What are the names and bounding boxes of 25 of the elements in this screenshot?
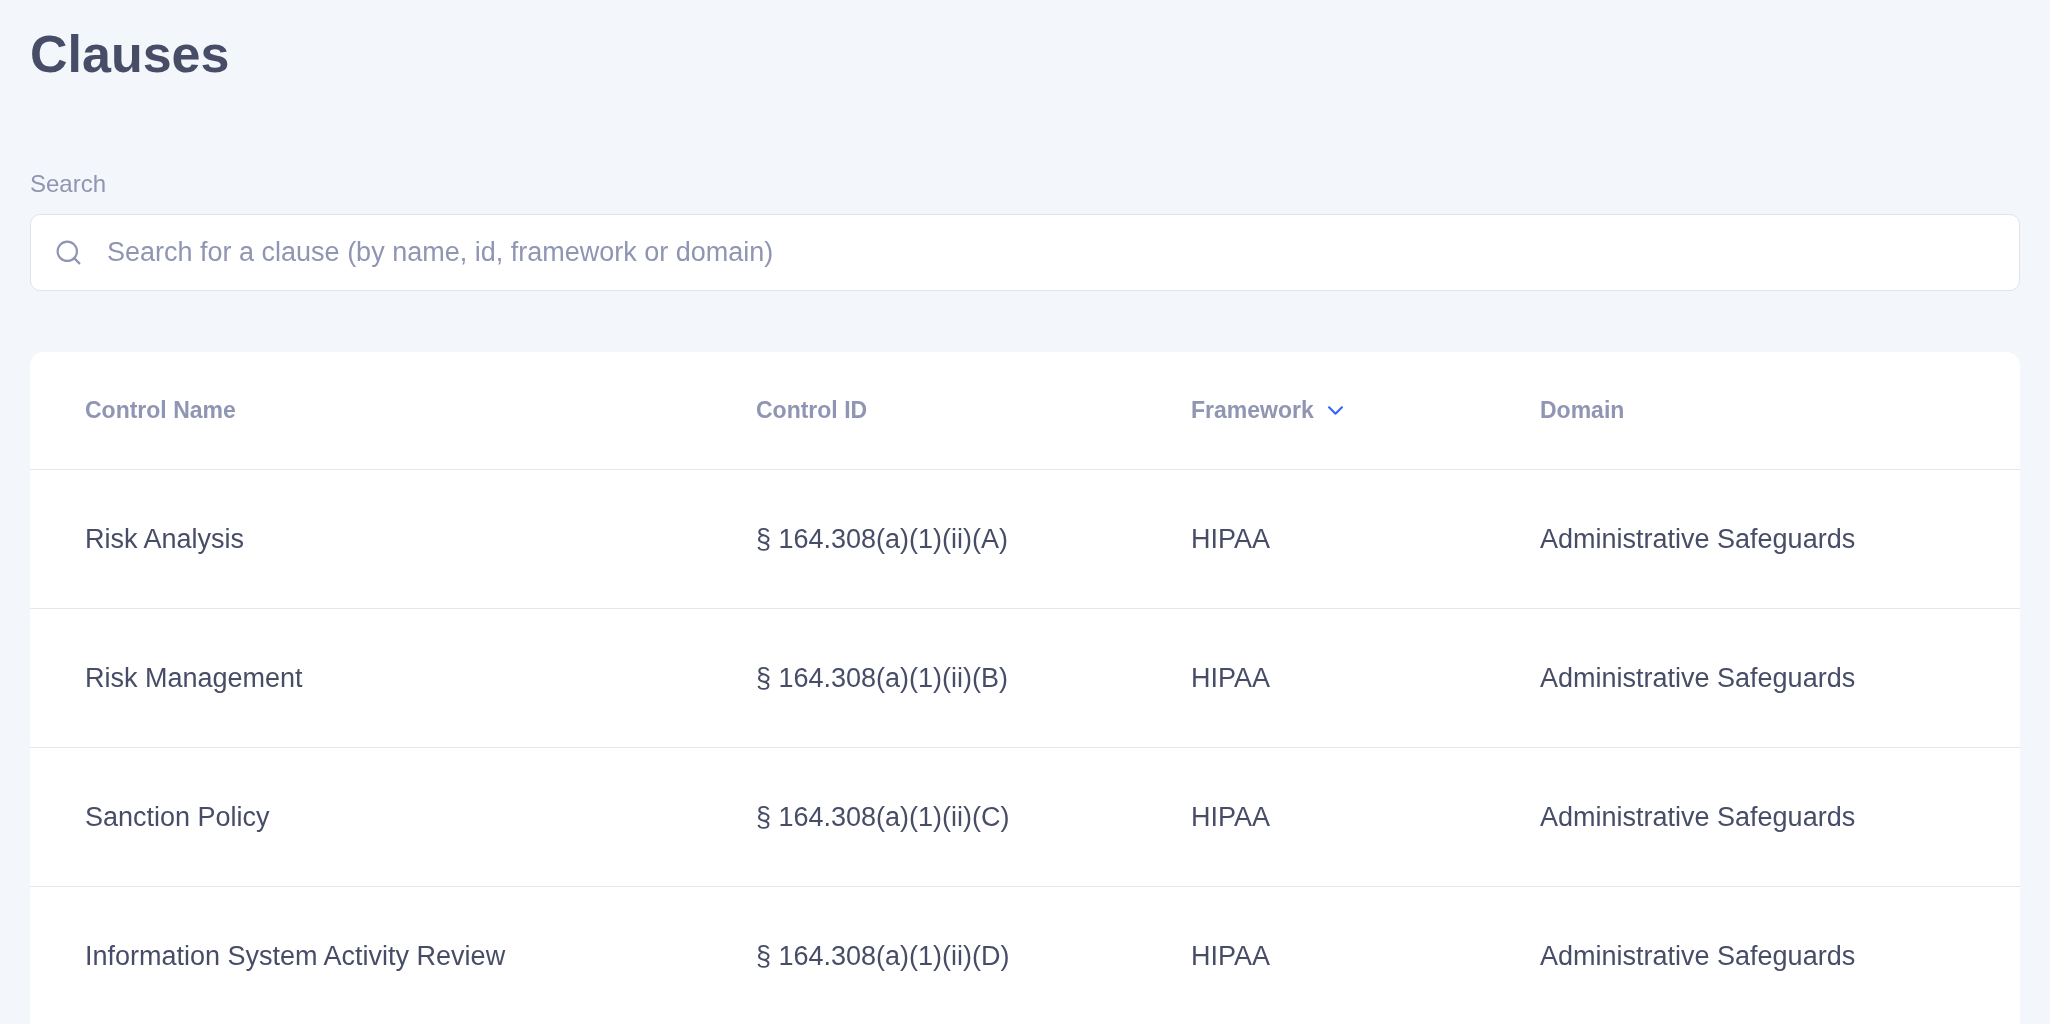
table-cell: Administrative Safeguards: [1540, 801, 1856, 832]
table-cell: § 164.308(a)(1)(ii)(A): [756, 523, 1009, 554]
table-cell: HIPAA: [1191, 940, 1271, 971]
chevron-down-icon: [1327, 406, 1343, 415]
table-cell: Risk Management: [85, 662, 303, 693]
search-icon: [54, 238, 83, 267]
page-title: Clauses: [30, 24, 230, 85]
table-cell: Administrative Safeguards: [1540, 662, 1856, 693]
table-cell: Sanction Policy: [85, 801, 270, 832]
table-cell: Administrative Safeguards: [1540, 523, 1856, 554]
table-cell: § 164.308(a)(1)(ii)(B): [756, 662, 1009, 693]
search-field[interactable]: Search for a clause (by name, id, framework or domain): [30, 214, 2020, 291]
table-cell: Information System Activity Review: [85, 940, 506, 971]
table-cell: § 164.308(a)(1)(ii)(D): [756, 940, 1010, 971]
table-cell: Administrative Safeguards: [1540, 940, 1856, 971]
search-label: Search: [30, 169, 107, 199]
column-header[interactable]: Control Name: [85, 393, 236, 428]
table-cell: § 164.308(a)(1)(ii)(C): [756, 801, 1010, 832]
column-header[interactable]: Control ID: [756, 393, 868, 428]
table-cell: HIPAA: [1191, 662, 1271, 693]
table-cell: HIPAA: [1191, 801, 1271, 832]
table-cell: Risk Analysis: [85, 523, 245, 554]
column-header[interactable]: Domain: [1540, 393, 1625, 428]
table-cell: HIPAA: [1191, 523, 1271, 554]
column-header[interactable]: Framework: [1191, 393, 1343, 428]
